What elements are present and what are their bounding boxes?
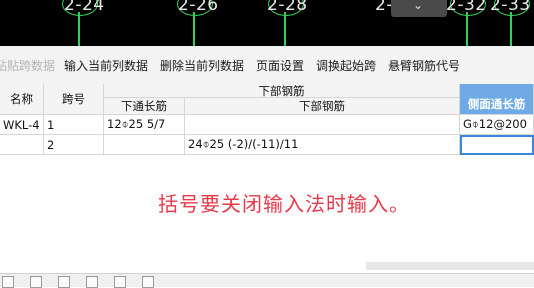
table-cell-bottom-through[interactable] xyxy=(104,135,185,155)
axis-line xyxy=(510,12,512,46)
axis-line xyxy=(78,12,80,46)
axis-line xyxy=(284,12,286,46)
last-page-icon[interactable] xyxy=(86,276,98,288)
input-current-column-button[interactable]: 输入当前列数据 xyxy=(64,57,148,74)
input-method-hint: 括号要关闭输入法时输入。 xyxy=(158,192,410,216)
axis-line xyxy=(193,12,195,46)
table-cell-bottom-rebar[interactable] xyxy=(185,115,460,135)
tab-icon[interactable] xyxy=(142,276,154,288)
table-cell-name[interactable]: WKL-4 xyxy=(0,115,44,135)
axis-label: 2-32 xyxy=(446,0,487,15)
page-setup-button[interactable]: 页面设置 xyxy=(256,57,304,74)
table-cell-span[interactable]: 1 xyxy=(44,115,104,135)
paste-span-data-button[interactable]: 粘贴跨数据 xyxy=(0,57,55,74)
first-page-icon[interactable] xyxy=(2,276,14,288)
cantilever-rebar-code-button[interactable]: 悬臂钢筋代号 xyxy=(388,57,460,74)
column-header-name[interactable]: 名称 xyxy=(0,84,44,115)
swap-start-span-button[interactable]: 调换起始跨 xyxy=(316,57,376,74)
axis-label: 2-26 xyxy=(178,0,219,15)
horizontal-scrollbar[interactable] xyxy=(366,262,534,270)
collapse-panel-button[interactable]: ⌄ xyxy=(391,0,447,17)
next-page-icon[interactable] xyxy=(58,276,70,288)
axis-label: 2-28 xyxy=(267,0,308,15)
table-cell-bottom-through[interactable]: 12⌽25 5/7 xyxy=(104,115,185,135)
span-data-table: 名称 跨号 下部钢筋 下通长筋 下部钢筋 侧面通长筋 WKL-4 1 12⌽25… xyxy=(0,84,534,156)
column-header-bottom-rebar[interactable]: 下部钢筋 xyxy=(185,98,460,115)
table-cell-side-through[interactable]: G⌽12@200 xyxy=(460,115,534,135)
axis-line xyxy=(466,12,468,46)
table-cell-side-through-active[interactable] xyxy=(460,135,534,155)
column-header-bottom-through[interactable]: 下通长筋 xyxy=(104,98,185,115)
prev-page-icon[interactable] xyxy=(30,276,42,288)
axis-label: 2-33 xyxy=(490,0,531,15)
tab-icon[interactable] xyxy=(114,276,126,288)
table-cell-name[interactable] xyxy=(0,135,44,155)
axis-label: 2-24 xyxy=(64,0,105,15)
table-cell-span[interactable]: 2 xyxy=(44,135,104,155)
column-header-span[interactable]: 跨号 xyxy=(44,84,104,115)
table-cell-bottom-rebar[interactable]: 24⌽25 (-2)/(-11)/11 xyxy=(185,135,460,155)
table-toolbar: 粘贴跨数据 输入当前列数据 删除当前列数据 页面设置 调换起始跨 悬臂钢筋代号 xyxy=(0,46,534,84)
column-group-bottom-rebar: 下部钢筋 xyxy=(104,84,460,98)
delete-current-column-button[interactable]: 删除当前列数据 xyxy=(160,57,244,74)
column-header-side-through[interactable]: 侧面通长筋 xyxy=(460,84,534,115)
chevron-down-icon: ⌄ xyxy=(413,0,424,12)
bottom-toolbar xyxy=(0,273,534,288)
drawing-canvas[interactable]: 2-24 2-26 2-28 2-30 2-32 2-33 ⌄ xyxy=(0,0,534,46)
